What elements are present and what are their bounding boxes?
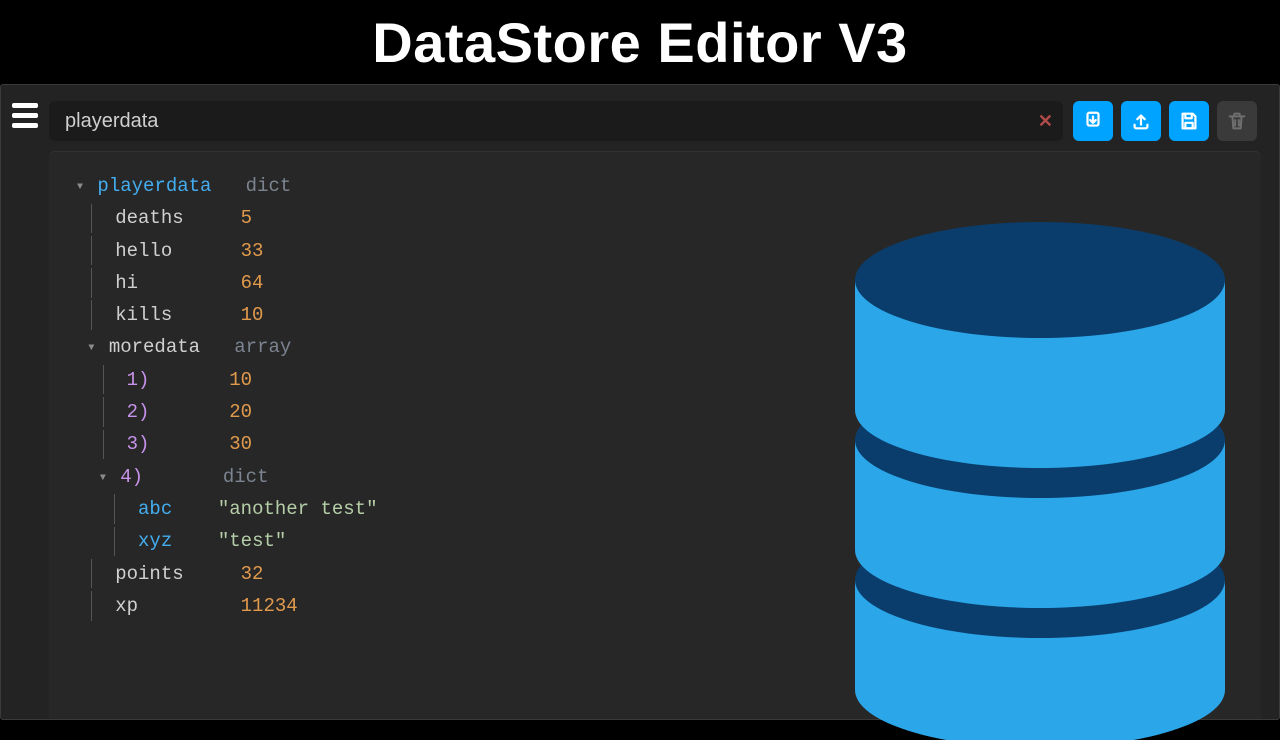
tree-leaf[interactable]: deaths 5 xyxy=(77,202,1233,234)
search-input[interactable] xyxy=(49,101,1063,141)
button-group xyxy=(1073,101,1257,141)
tree-leaf[interactable]: xyz "test" xyxy=(77,525,1233,557)
tree-leaf[interactable]: abc "another test" xyxy=(77,493,1233,525)
clear-x-icon[interactable]: ✕ xyxy=(1038,112,1053,130)
tree-leaf[interactable]: xp 11234 xyxy=(77,590,1233,622)
upload-button[interactable] xyxy=(1121,101,1161,141)
upload-icon xyxy=(1130,110,1152,132)
menu-icon[interactable] xyxy=(12,103,38,128)
tree-leaf[interactable]: kills 10 xyxy=(77,299,1233,331)
tree-root[interactable]: ▼ playerdata dict xyxy=(77,170,1233,202)
tree-leaf[interactable]: hello 33 xyxy=(77,235,1233,267)
main-panel: ✕ ▼ playerdata dict d xyxy=(49,85,1279,719)
toolbar: ✕ xyxy=(49,101,1261,141)
trash-icon xyxy=(1226,110,1248,132)
save-button[interactable] xyxy=(1169,101,1209,141)
tree-branch[interactable]: ▼ moredata array xyxy=(77,331,1233,363)
side-rail xyxy=(1,85,49,719)
tree-array-branch[interactable]: ▼ 4) dict xyxy=(77,461,1233,493)
tree-leaf[interactable]: points 32 xyxy=(77,558,1233,590)
tree-leaf[interactable]: hi 64 xyxy=(77,267,1233,299)
tree-array-item[interactable]: 1) 10 xyxy=(77,364,1233,396)
tree-view[interactable]: ▼ playerdata dict deaths 5 hello 33 hi 6… xyxy=(49,151,1261,719)
tree-array-item[interactable]: 2) 20 xyxy=(77,396,1233,428)
save-icon xyxy=(1178,110,1200,132)
app-title: DataStore Editor V3 xyxy=(372,10,907,75)
delete-button[interactable] xyxy=(1217,101,1257,141)
tree-array-item[interactable]: 3) 30 xyxy=(77,428,1233,460)
editor-window: ✕ ▼ playerdata dict d xyxy=(0,84,1280,720)
search-wrap: ✕ xyxy=(49,101,1063,141)
download-button[interactable] xyxy=(1073,101,1113,141)
download-icon xyxy=(1082,110,1104,132)
title-bar: DataStore Editor V3 xyxy=(0,0,1280,84)
